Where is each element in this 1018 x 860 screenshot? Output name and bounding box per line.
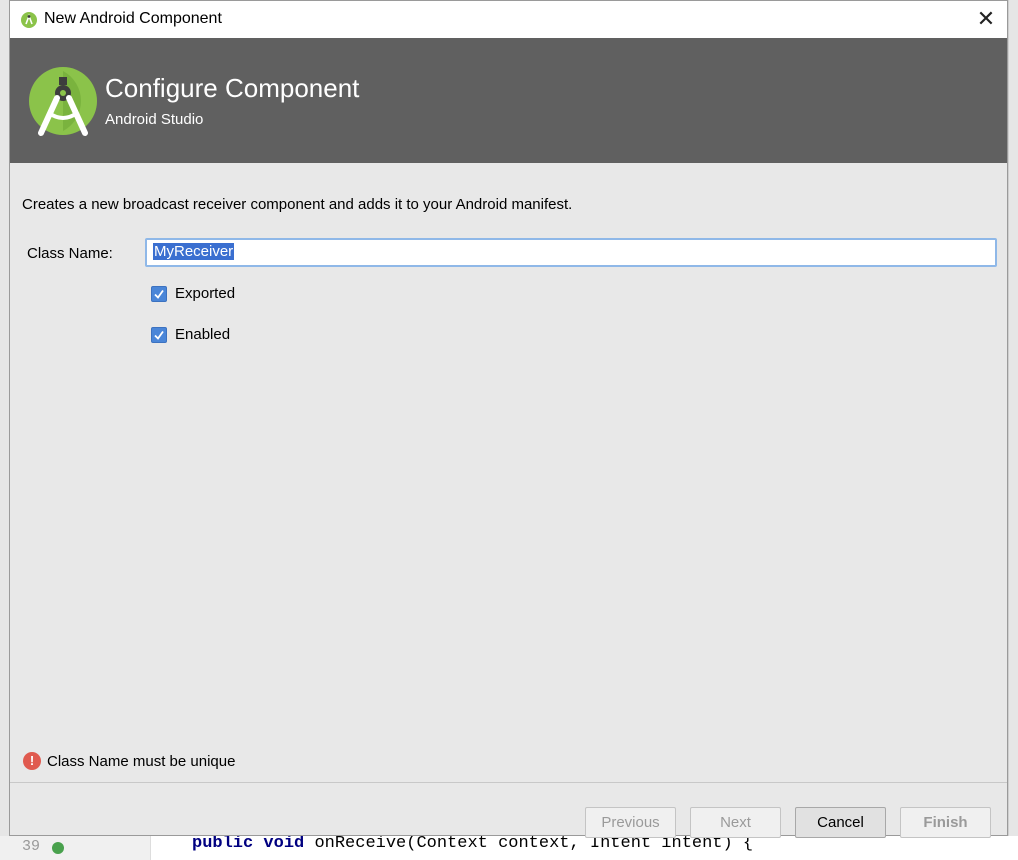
exported-label: Exported — [175, 285, 236, 302]
code-keyword: public — [192, 836, 254, 853]
code-remainder: onReceive(Context context, Intent intent… — [314, 836, 754, 853]
finish-button[interactable]: Finish — [900, 807, 991, 838]
previous-button[interactable]: Previous — [585, 807, 676, 838]
code-text: public void onReceive(Context context, I… — [192, 836, 753, 853]
code-keyword: void — [263, 836, 305, 853]
validation-message: ! Class Name must be unique — [23, 752, 235, 770]
android-studio-logo-icon — [29, 67, 97, 136]
class-name-value: MyReceiver — [153, 243, 235, 260]
checkbox-check-icon — [151, 326, 167, 343]
header-banner: Configure Component Android Studio — [10, 38, 1007, 163]
description-text: Creates a new broadcast receiver compone… — [22, 196, 573, 213]
validation-text: Class Name must be unique — [47, 752, 236, 770]
cancel-button[interactable]: Cancel — [795, 807, 886, 838]
error-icon: ! — [23, 752, 41, 770]
enabled-label: Enabled — [175, 326, 231, 343]
line-number: 39 — [22, 838, 41, 855]
ide-gutter: 39 — [0, 836, 151, 860]
checkbox-check-icon — [151, 285, 167, 302]
page-subtitle: Android Studio — [105, 111, 204, 128]
enabled-checkbox[interactable]: Enabled — [151, 326, 230, 343]
class-name-label: Class Name: — [27, 245, 113, 262]
next-button[interactable]: Next — [690, 807, 781, 838]
page-title: Configure Component — [105, 73, 360, 103]
ide-right-edge — [1008, 0, 1018, 860]
ide-code-line: 39 public void onReceive(Context context… — [0, 836, 1018, 860]
window-title: New Android Component — [44, 10, 222, 27]
footer-divider — [10, 782, 1007, 783]
close-button[interactable]: ✕ — [971, 5, 1001, 33]
exported-checkbox[interactable]: Exported — [151, 285, 235, 302]
title-bar: New Android Component ✕ — [10, 1, 1007, 38]
new-android-component-dialog: New Android Component ✕ Configure Compon… — [9, 0, 1008, 838]
android-studio-icon — [21, 12, 37, 28]
override-marker-icon — [52, 842, 64, 854]
class-name-input[interactable]: MyReceiver — [145, 238, 997, 267]
